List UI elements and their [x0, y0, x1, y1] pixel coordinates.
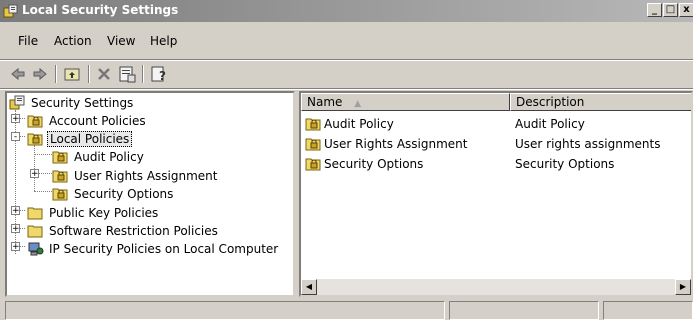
- expand-toggle[interactable]: +: [11, 242, 20, 252]
- menu-file[interactable]: File: [18, 34, 38, 48]
- list-row[interactable]: User Rights Assignment User rights assig…: [303, 135, 691, 153]
- tree-pane[interactable]: Security Settings + Account Policies - L…: [5, 91, 295, 297]
- menu-help[interactable]: Help: [150, 34, 177, 48]
- back-icon[interactable]: [8, 64, 28, 84]
- maximize-button[interactable]: □: [663, 3, 678, 17]
- tree-item-label: Account Policies: [49, 114, 146, 128]
- toolbar-divider: [0, 88, 693, 90]
- security-settings-icon: [9, 95, 25, 110]
- tree-item-label: Public Key Policies: [49, 206, 159, 220]
- title-bar: Local Security Settings _ □ x: [0, 0, 693, 22]
- folder-icon: [27, 207, 43, 220]
- menu-view[interactable]: View: [107, 34, 135, 48]
- expand-toggle[interactable]: +: [11, 224, 20, 234]
- toolbar-separator: [142, 65, 144, 83]
- row-description: Audit Policy: [515, 117, 585, 131]
- list-pane[interactable]: Name ▲ Description Audit Policy Audit Po…: [299, 91, 693, 297]
- tree-item-label: Security Options: [74, 187, 174, 201]
- tree-item-label: IP Security Policies on Local Computer: [49, 242, 279, 256]
- tree-item-label: Software Restriction Policies: [49, 224, 218, 238]
- help-icon[interactable]: ?: [149, 64, 169, 84]
- menu-divider: [0, 59, 693, 61]
- lock-folder-icon: [27, 133, 43, 146]
- status-panel: [449, 301, 599, 320]
- status-bar: [0, 299, 693, 320]
- row-name: Security Options: [324, 157, 424, 171]
- up-folder-icon[interactable]: [62, 64, 82, 84]
- toolbar-separator: [88, 65, 90, 83]
- properties-icon[interactable]: [117, 64, 137, 84]
- ip-security-icon: [28, 242, 44, 256]
- collapse-toggle[interactable]: -: [11, 132, 20, 142]
- row-name: Audit Policy: [324, 117, 394, 131]
- close-button[interactable]: x: [679, 3, 693, 17]
- column-header-name[interactable]: Name ▲: [301, 93, 510, 111]
- status-panel: [5, 301, 445, 320]
- horizontal-scrollbar[interactable]: ◀ ▶: [301, 279, 691, 295]
- sort-ascending-icon: ▲: [354, 99, 362, 109]
- delete-icon[interactable]: [94, 64, 114, 84]
- menu-bar: File Action View Help: [0, 34, 693, 54]
- scroll-left-arrow-icon[interactable]: ◀: [301, 279, 317, 295]
- tree-item-label: User Rights Assignment: [74, 169, 218, 183]
- minimize-button[interactable]: _: [647, 3, 662, 17]
- tree-item-label: Audit Policy: [74, 150, 144, 164]
- forward-icon[interactable]: [30, 64, 50, 84]
- row-description: User rights assignments: [515, 137, 661, 151]
- list-row[interactable]: Audit Policy Audit Policy: [303, 115, 691, 133]
- menu-action[interactable]: Action: [54, 34, 92, 48]
- lock-folder-icon: [52, 151, 68, 164]
- lock-folder-icon: [305, 118, 321, 131]
- window-title: Local Security Settings: [22, 3, 179, 17]
- status-panel: [603, 301, 693, 320]
- tree-item-label: Security Settings: [31, 96, 134, 110]
- expand-toggle[interactable]: +: [30, 169, 39, 179]
- expand-toggle[interactable]: +: [11, 114, 20, 124]
- scroll-right-arrow-icon[interactable]: ▶: [675, 279, 691, 295]
- list-row[interactable]: Security Options Security Options: [303, 155, 691, 173]
- toolbar: ?: [0, 62, 693, 88]
- lock-folder-icon: [305, 158, 321, 171]
- svg-text:?: ?: [159, 69, 166, 83]
- toolbar-separator: [55, 65, 57, 83]
- row-name: User Rights Assignment: [324, 137, 468, 151]
- lock-folder-icon: [305, 138, 321, 151]
- column-header-description[interactable]: Description: [510, 93, 691, 111]
- tree-item-label: Local Policies: [47, 131, 133, 147]
- lock-folder-icon: [27, 115, 43, 128]
- lock-folder-icon: [52, 188, 68, 201]
- row-description: Security Options: [515, 157, 615, 171]
- security-settings-icon: [3, 4, 18, 18]
- expand-toggle[interactable]: +: [11, 206, 20, 216]
- lock-folder-icon: [52, 170, 68, 183]
- folder-icon: [27, 225, 43, 238]
